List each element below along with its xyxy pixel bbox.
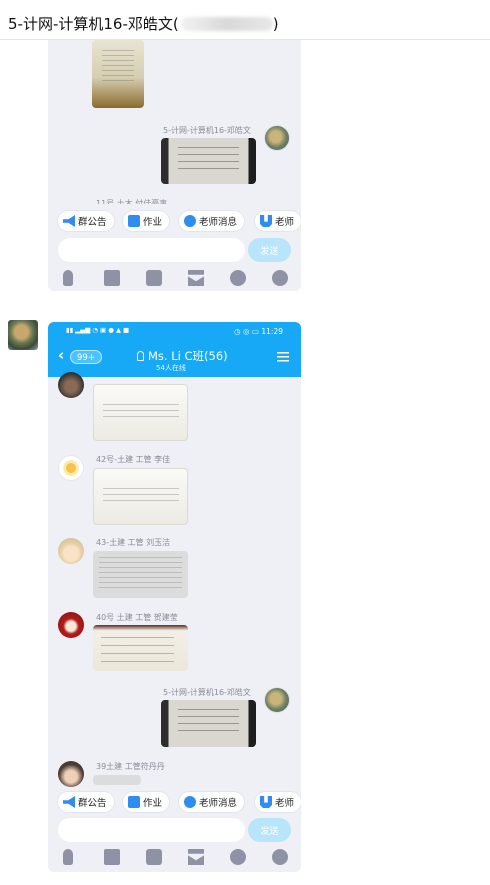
input-row: 发送 bbox=[48, 238, 301, 264]
document-icon bbox=[128, 796, 140, 808]
message-photo[interactable] bbox=[93, 384, 188, 441]
chat-title-text: 5-计网-计算机16-邓皓文( bbox=[8, 15, 179, 33]
teacher-chip[interactable]: 老师 bbox=[255, 211, 301, 231]
status-time-text: 11:29 bbox=[261, 327, 283, 336]
megaphone-icon bbox=[63, 796, 75, 808]
message-input[interactable] bbox=[58, 818, 245, 842]
megaphone-icon bbox=[63, 215, 75, 227]
chip-label: 老师消息 bbox=[199, 798, 238, 809]
avatar[interactable] bbox=[264, 687, 290, 713]
message-input[interactable] bbox=[58, 238, 245, 262]
screenshot-image-1[interactable]: 5-计网-计算机16-邓皓文 11号 土木 付佳豪事 群公告 作业 老师消息 老… bbox=[48, 40, 301, 291]
ear-icon bbox=[137, 351, 144, 361]
chip-label: 老师 bbox=[275, 798, 295, 809]
teacher-message-chip[interactable]: 老师消息 bbox=[179, 792, 245, 812]
quick-actions: 群公告 作业 老师消息 老师 bbox=[48, 211, 301, 233]
online-count: 54人在线 bbox=[156, 364, 186, 372]
avatar[interactable] bbox=[58, 612, 84, 638]
toolbar bbox=[48, 847, 301, 869]
sender-name: 43-土建 工管 刘玉洁 bbox=[96, 538, 171, 547]
group-name-text: Ms. Li C班(56) bbox=[148, 349, 228, 363]
homework-chip[interactable]: 作业 bbox=[123, 211, 170, 231]
emoji-icon[interactable] bbox=[230, 270, 246, 286]
mic-icon[interactable] bbox=[63, 849, 73, 865]
document-icon bbox=[128, 215, 140, 227]
avatar[interactable] bbox=[264, 125, 290, 151]
announcement-chip[interactable]: 群公告 bbox=[58, 792, 114, 812]
camera-icon[interactable] bbox=[146, 849, 162, 865]
red-packet-icon[interactable] bbox=[188, 270, 204, 286]
message-photo[interactable] bbox=[161, 700, 256, 747]
magnet-icon bbox=[260, 215, 272, 227]
sender-name: 5-计网-计算机16-邓皓文 bbox=[163, 688, 251, 697]
menu-icon[interactable] bbox=[277, 352, 289, 362]
image-icon[interactable] bbox=[104, 849, 120, 865]
avatar[interactable] bbox=[58, 455, 84, 481]
homework-chip[interactable]: 作业 bbox=[123, 792, 170, 812]
sender-name: 39土建 工管符丹丹 bbox=[96, 762, 165, 771]
chip-label: 作业 bbox=[143, 798, 163, 809]
send-button[interactable]: 发送 bbox=[248, 238, 291, 262]
chat-bubble-icon bbox=[184, 796, 196, 808]
chat-window: 5-计网-计算机16-邓皓文() 5-计网-计算机16-邓皓文 11号 土木 付… bbox=[0, 0, 490, 885]
red-packet-icon[interactable] bbox=[188, 849, 204, 865]
image-icon[interactable] bbox=[104, 270, 120, 286]
message-photo[interactable] bbox=[93, 775, 141, 785]
sender-avatar[interactable] bbox=[8, 320, 38, 350]
chat-title-suffix: ) bbox=[272, 15, 279, 33]
avatar[interactable] bbox=[58, 761, 84, 787]
sender-name: 40号 土建 工管 贺建莹 bbox=[96, 613, 178, 622]
sender-name: 42号-土建 工管 李佳 bbox=[96, 455, 171, 464]
avatar[interactable] bbox=[58, 538, 84, 564]
screenshot-image-2[interactable]: ▮▮ ▂▄▆ ◔ ▣ ● ▲ ■ ◷ ◎ ▭ 11:29 ‹ 99+ Ms. L… bbox=[48, 322, 301, 872]
chip-label: 群公告 bbox=[78, 798, 107, 809]
chip-label: 老师消息 bbox=[199, 217, 238, 228]
message-photo[interactable] bbox=[161, 138, 256, 184]
send-button[interactable]: 发送 bbox=[248, 818, 291, 842]
teacher-chip[interactable]: 老师 bbox=[255, 792, 301, 812]
back-icon[interactable]: ‹ bbox=[58, 348, 64, 363]
avatar[interactable] bbox=[58, 372, 84, 398]
chat-bubble-icon bbox=[184, 215, 196, 227]
app-bar: ▮▮ ▂▄▆ ◔ ▣ ● ▲ ■ ◷ ◎ ▭ 11:29 ‹ 99+ Ms. L… bbox=[48, 322, 301, 377]
message-photo[interactable] bbox=[92, 40, 144, 108]
emoji-icon[interactable] bbox=[230, 849, 246, 865]
message-photo[interactable] bbox=[93, 625, 188, 671]
redacted-blur bbox=[180, 17, 273, 31]
chat-header: 5-计网-计算机16-邓皓文() bbox=[0, 0, 490, 40]
sender-name: 5-计网-计算机16-邓皓文 bbox=[163, 126, 251, 135]
status-icons: ▮▮ ▂▄▆ ◔ ▣ ● ▲ ■ bbox=[66, 326, 130, 334]
plus-icon[interactable] bbox=[272, 849, 288, 865]
chip-label: 老师 bbox=[275, 217, 295, 228]
input-row: 发送 bbox=[48, 818, 301, 844]
magnet-icon bbox=[260, 796, 272, 808]
group-title: Ms. Li C班(56) bbox=[137, 348, 228, 364]
quick-actions: 群公告 作业 老师消息 老师 bbox=[48, 792, 301, 814]
chip-label: 群公告 bbox=[78, 217, 107, 228]
plus-icon[interactable] bbox=[272, 270, 288, 286]
chat-title: 5-计网-计算机16-邓皓文() bbox=[8, 13, 279, 34]
unread-badge[interactable]: 99+ bbox=[70, 350, 102, 364]
camera-icon[interactable] bbox=[146, 270, 162, 286]
toolbar bbox=[48, 268, 301, 290]
announcement-chip[interactable]: 群公告 bbox=[58, 211, 114, 231]
message-photo[interactable] bbox=[93, 468, 188, 525]
message-photo[interactable] bbox=[93, 551, 188, 598]
status-time: ◷ ◎ ▭ 11:29 bbox=[234, 327, 283, 336]
teacher-message-chip[interactable]: 老师消息 bbox=[179, 211, 245, 231]
mic-icon[interactable] bbox=[63, 270, 73, 286]
chip-label: 作业 bbox=[143, 217, 163, 228]
sender-name: 11号 土木 付佳豪事 bbox=[96, 199, 168, 204]
